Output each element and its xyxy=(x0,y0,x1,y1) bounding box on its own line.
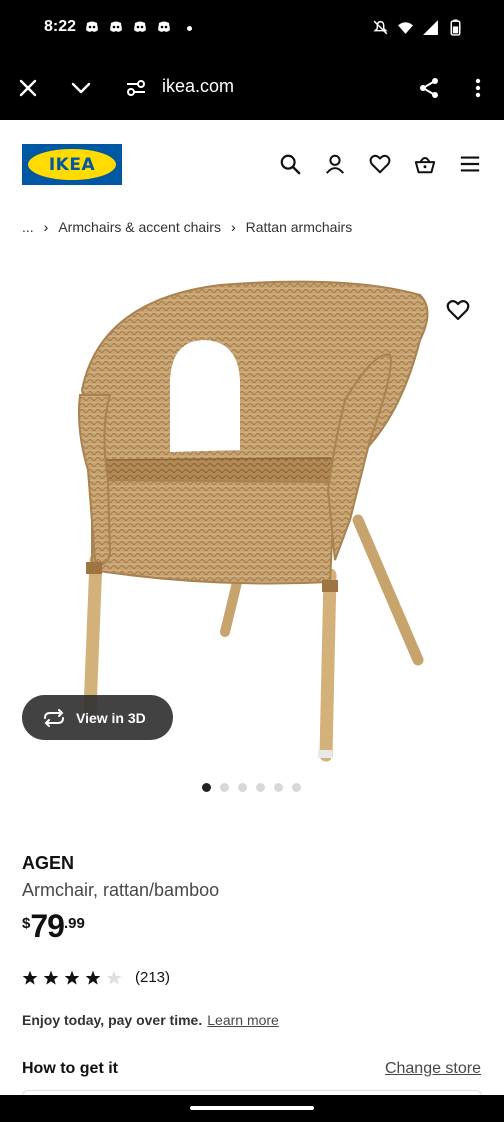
ikea-logo[interactable]: IKEA xyxy=(22,144,122,185)
rotate-3d-icon xyxy=(44,708,64,727)
breadcrumb: ... › Armchairs & accent chairs › Rattan… xyxy=(22,219,352,235)
product-image[interactable] xyxy=(0,250,504,770)
gallery-dot[interactable] xyxy=(202,783,211,792)
menu-icon[interactable] xyxy=(459,153,481,175)
rating-count[interactable]: (213) xyxy=(135,969,170,986)
share-icon[interactable] xyxy=(417,76,441,100)
learn-more-link[interactable]: Learn more xyxy=(207,1012,279,1028)
search-icon[interactable] xyxy=(279,153,301,175)
gallery-dot[interactable] xyxy=(256,783,265,792)
browser-toolbar: ikea.com xyxy=(0,56,504,120)
how-to-get-it-heading: How to get it xyxy=(22,1060,118,1077)
chevron-right-icon: › xyxy=(230,219,236,235)
product-description: Armchair, rattan/bamboo xyxy=(22,880,220,900)
status-time: 8:22 xyxy=(44,18,77,35)
star-filled-icon xyxy=(85,970,101,985)
system-icons xyxy=(372,19,464,36)
site-header: IKEA xyxy=(0,120,504,208)
status-bar: 8:22 xyxy=(0,0,504,56)
close-icon[interactable] xyxy=(16,76,40,100)
discord-icon xyxy=(86,21,98,32)
pay-over-time-text: Enjoy today, pay over time. xyxy=(22,1012,203,1028)
more-notifications-dot xyxy=(187,26,192,31)
gallery-pagination xyxy=(202,783,301,792)
star-empty-icon xyxy=(106,970,122,985)
view-in-3d-button[interactable]: View in 3D xyxy=(22,695,173,740)
save-to-favourites-icon[interactable] xyxy=(446,298,470,322)
discord-icon xyxy=(158,21,170,32)
system-nav-bar xyxy=(0,1095,504,1122)
product-price: $ 79 .99 xyxy=(22,910,85,942)
wifi-icon xyxy=(398,22,413,34)
notification-icons xyxy=(84,19,172,35)
signal-icon xyxy=(423,20,438,35)
chevron-right-icon: › xyxy=(43,219,49,235)
product-name: AGEN xyxy=(22,853,75,873)
discord-icon xyxy=(110,21,122,32)
gallery-dot[interactable] xyxy=(292,783,301,792)
cart-icon[interactable] xyxy=(414,153,436,175)
home-gesture-handle[interactable] xyxy=(190,1106,314,1110)
more-icon[interactable] xyxy=(466,76,490,100)
gallery-dot[interactable] xyxy=(220,783,229,792)
breadcrumb-rattan-armchairs[interactable]: Rattan armchairs xyxy=(246,219,353,235)
star-filled-icon xyxy=(64,970,80,985)
gallery-dot[interactable] xyxy=(274,783,283,792)
site-settings-icon[interactable] xyxy=(124,76,148,100)
url-text[interactable]: ikea.com xyxy=(162,76,234,97)
logo-oval: IKEA xyxy=(28,149,116,180)
star-filled-icon xyxy=(22,970,38,985)
product-rating[interactable]: (213) xyxy=(22,969,170,986)
gallery-dot[interactable] xyxy=(238,783,247,792)
price-integer: 79 xyxy=(30,908,65,944)
battery-icon xyxy=(450,19,461,36)
logo-text: IKEA xyxy=(48,154,96,175)
account-icon[interactable] xyxy=(324,153,346,175)
mute-icon xyxy=(373,20,388,35)
price-decimal: .99 xyxy=(63,915,85,932)
price-currency: $ xyxy=(22,915,31,932)
breadcrumb-armchairs[interactable]: Armchairs & accent chairs xyxy=(58,219,221,235)
view-in-3d-label: View in 3D xyxy=(76,709,146,726)
discord-icon xyxy=(134,21,146,32)
star-filled-icon xyxy=(43,970,59,985)
change-store-link[interactable]: Change store xyxy=(385,1060,481,1078)
breadcrumb-ellipsis[interactable]: ... xyxy=(22,219,34,235)
favourites-icon[interactable] xyxy=(369,153,391,175)
pay-over-time: Enjoy today, pay over time. Learn more xyxy=(22,1012,279,1028)
chevron-down-icon[interactable] xyxy=(69,76,93,100)
